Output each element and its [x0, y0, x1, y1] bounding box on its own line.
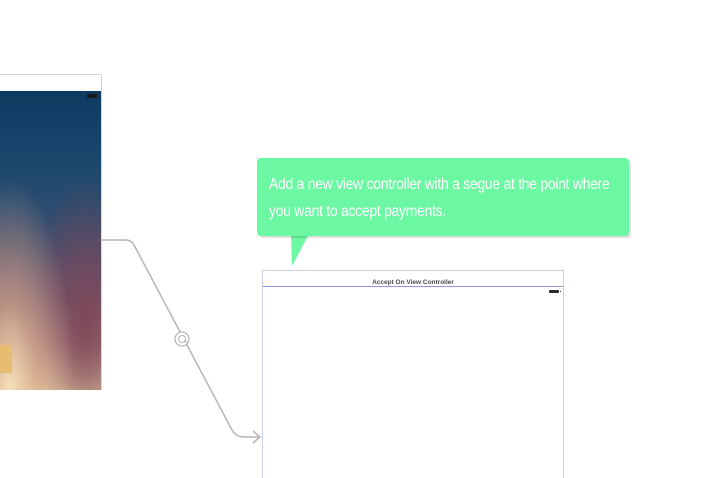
accept-on-view-controller-scene[interactable]: Accept On View Controller: [262, 270, 564, 478]
callout-text: Add a new view controller with a segue a…: [269, 176, 610, 220]
instruction-callout: Add a new view controller with a segue a…: [257, 158, 629, 236]
battery-icon: [549, 290, 561, 293]
target-scene-title: Accept On View Controller: [372, 279, 454, 286]
target-scene-title-bar[interactable]: Accept On View Controller: [263, 271, 563, 287]
segue-present-icon[interactable]: [174, 331, 190, 347]
storyboard-canvas: Add a new view controller with a segue a…: [0, 0, 703, 478]
